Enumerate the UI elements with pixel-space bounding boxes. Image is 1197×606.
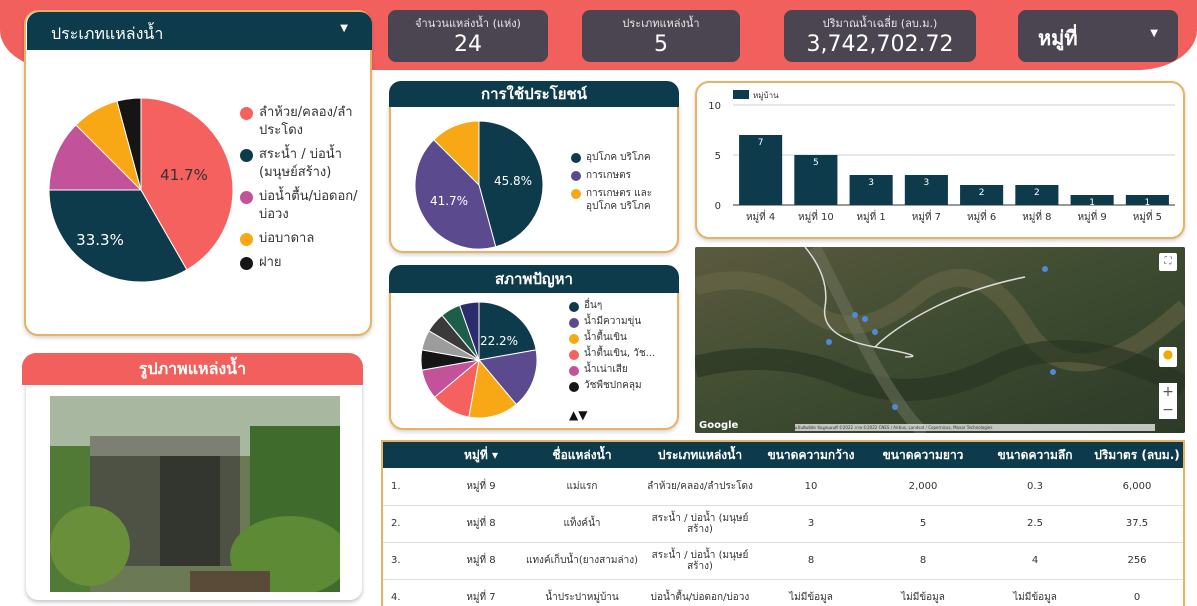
legend-label: หมู่บ้าน xyxy=(753,91,779,101)
x-tick-label: หมู่ที่ 8 xyxy=(1022,209,1051,223)
x-tick-label: หมู่ที่ 10 xyxy=(798,209,834,223)
legend-item[interactable]: อื่นๆ xyxy=(569,300,677,312)
map-marker[interactable] xyxy=(852,312,858,318)
y-tick-label: 10 xyxy=(708,101,721,112)
col-index xyxy=(383,442,443,468)
usage-legend: อุปโภค บริโภค การเกษตร การเกษตร และ อุปโ… xyxy=(571,151,677,219)
satellite-terrain xyxy=(695,247,1185,433)
table-row[interactable]: 2. หมู่ที่ 8 แท็งค์น้ำ สระน้ำ / บ่อน้ำ (มนุ… xyxy=(383,505,1183,543)
x-tick-label: หมู่ที่ 9 xyxy=(1077,209,1106,223)
bar-value-label: 3 xyxy=(924,178,930,188)
legend-item[interactable]: ฝาย xyxy=(240,254,370,272)
zoom-in-button[interactable]: + xyxy=(1159,383,1177,401)
problems-card: 22.2% อื่นๆ น้ำมีความขุ่น น้ำตื้นเขิน น้… xyxy=(389,278,679,430)
village-bar-chart: หมู่บ้าน 10 5 0 7 หมู่ที่ 4 5 หมู่ที่ 10 3 หมู่ที… xyxy=(708,90,1175,223)
legend-item[interactable]: อุปโภค บริโภค xyxy=(571,151,677,164)
map-marker[interactable] xyxy=(1050,369,1056,375)
photo-title: รูปภาพแหล่งน้ำ xyxy=(22,353,363,385)
table-row[interactable]: 4. หมู่ที่ 7 น้ำประปาหมู่บ้าน บ่อน้ำตื้น/บ่… xyxy=(383,579,1183,606)
street-view-pegman-icon[interactable]: ● xyxy=(1159,347,1177,367)
type-filter-dropdown[interactable]: ประเภทแหล่งน้ำ ▼ xyxy=(27,12,372,50)
col-name[interactable]: ชื่อแหล่งน้ำ xyxy=(519,442,645,468)
slice-label: 45.8% xyxy=(494,174,532,188)
problems-legend: อื่นๆ น้ำมีความขุ่น น้ำตื้นเขิน น้ำตื้นเ… xyxy=(569,300,677,398)
legend-item[interactable]: น้ำมีความขุ่น xyxy=(569,316,677,328)
usage-card: 45.8% 41.7% อุปโภค บริโภค การเกษตร การเกษ… xyxy=(389,93,679,253)
type-filter-label: ประเภทแหล่งน้ำ xyxy=(51,24,164,43)
dropdown-arrow-icon: ▼ xyxy=(1150,28,1158,39)
legend-item[interactable]: น้ำตื้นเขิน xyxy=(569,332,677,344)
col-width[interactable]: ขนาดความกว้าง xyxy=(755,442,867,468)
bar-value-label: 2 xyxy=(979,188,985,198)
water-source-table: หมู่ที่ ▾ ชื่อแหล่งน้ำ ประเภทแหล่งน้ำ ขน… xyxy=(381,440,1185,606)
x-tick-label: หมู่ที่ 4 xyxy=(746,209,775,223)
water-source-photo xyxy=(50,396,340,592)
legend-item[interactable]: บ่อน้ำตื้น/บ่อดอก/บ่อวง xyxy=(240,188,370,224)
type-legend: ลำห้วย/คลอง/ลำประโดง สระน้ำ / บ่อน้ำ (มน… xyxy=(240,104,370,278)
zoom-out-button[interactable]: − xyxy=(1159,401,1177,419)
bar-value-label: 1 xyxy=(1089,198,1095,208)
slice-label: 33.3% xyxy=(76,231,124,249)
slice-label: 41.7% xyxy=(160,166,208,184)
dropdown-arrow-icon: ▼ xyxy=(340,23,348,34)
legend-item[interactable]: น้ำเน่าเสีย xyxy=(569,364,677,376)
x-tick-label: หมู่ที่ 7 xyxy=(912,209,941,223)
legend-item[interactable]: บ่อบาดาล xyxy=(240,230,370,248)
x-tick-label: หมู่ที่ 1 xyxy=(856,209,885,223)
village-filter-label: หมู่ที่ xyxy=(1038,26,1078,50)
stat-total-sources: จำนวนแหล่งน้ำ (แห่ง) 24 xyxy=(388,10,548,62)
bar-value-label: 7 xyxy=(758,138,764,148)
slice-label: 41.7% xyxy=(430,194,468,208)
legend-item[interactable]: สระน้ำ / บ่อน้ำ (มนุษย์สร้าง) xyxy=(240,146,370,182)
table-row[interactable]: 1. หมู่ที่ 9 แม่แรก ลำห้วย/คลอง/ลำประโดง 10 2… xyxy=(383,468,1183,506)
google-logo: Google xyxy=(699,420,739,431)
y-tick-label: 0 xyxy=(715,201,721,212)
bar-value-label: 5 xyxy=(813,158,819,168)
legend-item[interactable]: น้ำตื้นเขิน, วัช... xyxy=(569,348,677,360)
village-bar-chart-card: หมู่บ้าน 10 5 0 7 หมู่ที่ 4 5 หมู่ที่ 10 3 หมู่ที… xyxy=(695,81,1185,239)
bar-value-label: 2 xyxy=(1034,188,1040,198)
col-length[interactable]: ขนาดความยาว xyxy=(867,442,979,468)
slice-label: 22.2% xyxy=(480,334,518,348)
x-tick-label: หมู่ที่ 5 xyxy=(1133,209,1162,223)
map-marker[interactable] xyxy=(862,316,868,322)
bar-value-label: 3 xyxy=(868,178,874,188)
stat-source-types: ประเภทแหล่งน้ำ 5 xyxy=(582,10,740,62)
map-marker[interactable] xyxy=(872,329,878,335)
fullscreen-icon[interactable]: ⛶ xyxy=(1159,253,1177,271)
legend-item[interactable]: การเกษตร xyxy=(571,169,677,182)
legend-swatch xyxy=(733,90,749,99)
col-depth[interactable]: ขนาดความลึก xyxy=(979,442,1091,468)
legend-pager-icon[interactable]: ▲▼ xyxy=(569,408,587,422)
village-filter-dropdown[interactable]: หมู่ที่ ▼ xyxy=(1018,10,1178,62)
usage-title: การใช้ประโยชน์ xyxy=(389,81,679,107)
map-view[interactable]: ⛶ ● + − Google แป้นพิมพ์ลัด ข้อมูลแผนที่… xyxy=(695,247,1185,433)
col-village[interactable]: หมู่ที่ ▾ xyxy=(443,442,519,468)
map-marker[interactable] xyxy=(1042,266,1048,272)
stat-avg-volume: ปริมาณน้ำเฉลี่ย (ลบ.ม.) 3,742,702.72 xyxy=(784,10,976,62)
col-volume[interactable]: ปริมาตร (ลบม.) xyxy=(1091,442,1183,468)
photo-card xyxy=(26,368,362,600)
table-row[interactable]: 3. หมู่ที่ 8 แทงค์เก็บน้ำ(ยางสามล่าง) สระน้… xyxy=(383,542,1183,580)
bar-value-label: 1 xyxy=(1145,198,1151,208)
map-marker[interactable] xyxy=(826,339,832,345)
x-tick-label: หมู่ที่ 6 xyxy=(967,209,996,223)
map-marker[interactable] xyxy=(892,404,898,410)
legend-item[interactable]: การเกษตร และ อุปโภค บริโภค xyxy=(571,187,677,213)
problems-title: สภาพปัญหา xyxy=(389,265,679,293)
map-attribution: แป้นพิมพ์ลัด ข้อมูลแผนที่ ©2022 ภาพ ©202… xyxy=(795,424,1155,431)
table-header-row: หมู่ที่ ▾ ชื่อแหล่งน้ำ ประเภทแหล่งน้ำ ขน… xyxy=(383,442,1183,468)
legend-item[interactable]: ลำห้วย/คลอง/ลำประโดง xyxy=(240,104,370,140)
legend-item[interactable]: วัชพืชปกคลุม xyxy=(569,380,677,392)
y-tick-label: 5 xyxy=(715,151,721,162)
type-pie-card: 41.7% 33.3% ลำห้วย/คลอง/ลำประโดง สระน้ำ /… xyxy=(24,10,372,336)
col-type[interactable]: ประเภทแหล่งน้ำ xyxy=(645,442,755,468)
